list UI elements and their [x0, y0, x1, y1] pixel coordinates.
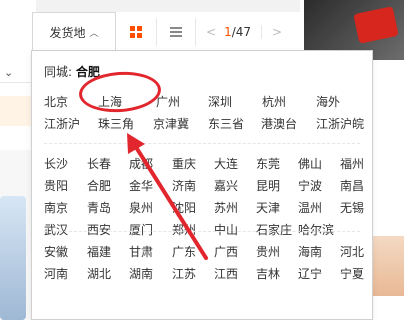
- annotation-arrow: [127, 133, 208, 260]
